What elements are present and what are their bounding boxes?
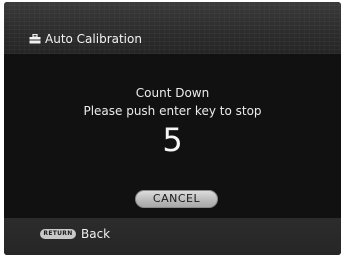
toolbox-icon [29, 34, 41, 44]
back-label: Back [81, 227, 111, 241]
back-hint[interactable]: RETURN Back [40, 226, 110, 242]
footer-band: RETURN Back [4, 218, 341, 255]
return-key-badge: RETURN [40, 229, 76, 239]
cancel-button[interactable]: CANCEL [135, 190, 218, 208]
page-title: Auto Calibration [45, 32, 142, 46]
countdown-heading: Count Down [135, 86, 210, 100]
calibration-screen: Auto Calibration Count Down Please push … [0, 0, 345, 259]
instruction-text: Please push enter key to stop [83, 104, 262, 118]
countdown-value: 5 [162, 121, 183, 159]
header-band: Auto Calibration [4, 2, 341, 54]
main-panel: Auto Calibration Count Down Please push … [4, 2, 341, 255]
header-title-row: Auto Calibration [29, 31, 142, 47]
countdown-dialog: Count Down Please push enter key to stop… [4, 54, 341, 218]
